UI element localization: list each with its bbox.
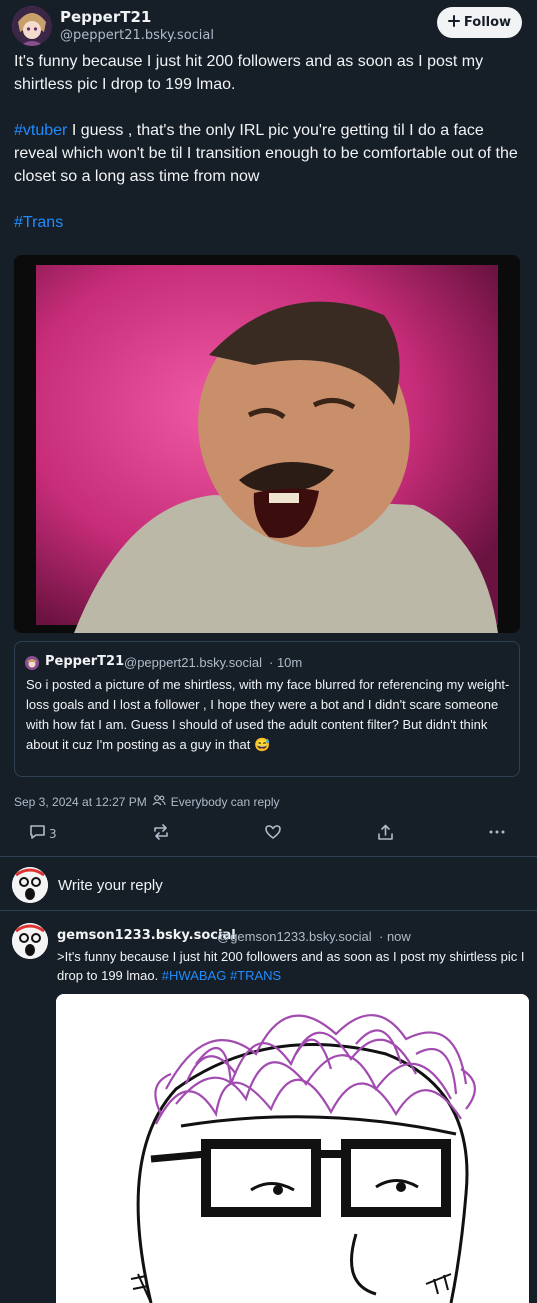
post-image[interactable] [14, 255, 520, 633]
hashtag-trans-reply[interactable]: #TRANS [226, 968, 281, 983]
reply-icon [29, 824, 46, 843]
author-avatar[interactable] [12, 6, 52, 46]
reply-image[interactable] [56, 994, 529, 1303]
repost-button[interactable] [152, 824, 170, 843]
reply-text: >It's funny because I just hit 200 follo… [57, 947, 527, 985]
follow-label: Follow [463, 15, 512, 30]
post-meta: Sep 3, 2024 at 12:27 PM Everybody can re… [14, 794, 280, 809]
like-button[interactable] [264, 824, 282, 843]
hashtag-hwabag[interactable]: #HWABAG [162, 968, 227, 983]
hashtag-trans[interactable]: #Trans [14, 214, 63, 231]
laughing-man-photo [14, 255, 520, 633]
reply-button[interactable]: 3 [29, 824, 57, 843]
wojak-avatar-icon [12, 923, 48, 959]
reply-visibility: Everybody can reply [170, 794, 280, 809]
wojak-avatar-icon [12, 867, 48, 903]
reply-author-handle[interactable]: @gemson1233.bsky.social [217, 929, 372, 944]
post-text-line3: #Trans [14, 211, 522, 234]
quote-time[interactable]: · 10m [269, 655, 302, 670]
more-options-button[interactable] [488, 824, 506, 843]
divider [0, 856, 537, 857]
plus-icon [447, 14, 460, 31]
avatar-illustration [12, 6, 52, 46]
more-icon [488, 824, 506, 843]
reply-text-body: >It's funny because I just hit 200 follo… [57, 949, 525, 983]
wojak-drawing [56, 994, 529, 1303]
post-text-line2-body: I guess , that's the only IRL pic you're… [14, 122, 518, 185]
repost-icon [152, 824, 170, 843]
reply-composer-input[interactable]: Write your reply [58, 877, 163, 894]
composer-avatar [12, 867, 48, 903]
share-button[interactable] [377, 824, 394, 844]
author-name[interactable]: PepperT21 [60, 8, 151, 26]
post-text-line1: It's funny because I just hit 200 follow… [14, 53, 484, 93]
author-handle[interactable]: @peppert21.bsky.social [60, 28, 214, 43]
reply-time[interactable]: · now [379, 929, 411, 944]
quote-text: So i posted a picture of me shirtless, w… [26, 677, 510, 752]
follow-button[interactable]: Follow [437, 7, 522, 38]
share-icon [377, 824, 394, 844]
people-icon [152, 794, 166, 809]
quoted-post[interactable]: PepperT21 @peppert21.bsky.social · 10m S… [14, 641, 520, 777]
quote-author-name[interactable]: PepperT21 [45, 654, 124, 669]
reply-count: 3 [49, 826, 57, 841]
divider [0, 910, 537, 911]
post-body: It's funny because I just hit 200 follow… [14, 50, 522, 257]
like-icon [264, 824, 282, 843]
reply-author-avatar[interactable] [12, 923, 48, 959]
post-timestamp[interactable]: Sep 3, 2024 at 12:27 PM [14, 795, 147, 809]
quote-author-handle[interactable]: @peppert21.bsky.social [124, 655, 262, 670]
hashtag-vtuber[interactable]: #vtuber [14, 122, 67, 139]
post-text-line2: #vtuber I guess , that's the only IRL pi… [14, 119, 522, 188]
reply-author-name[interactable]: gemson1233.bsky.social [57, 928, 236, 943]
quote-avatar[interactable] [25, 655, 39, 674]
